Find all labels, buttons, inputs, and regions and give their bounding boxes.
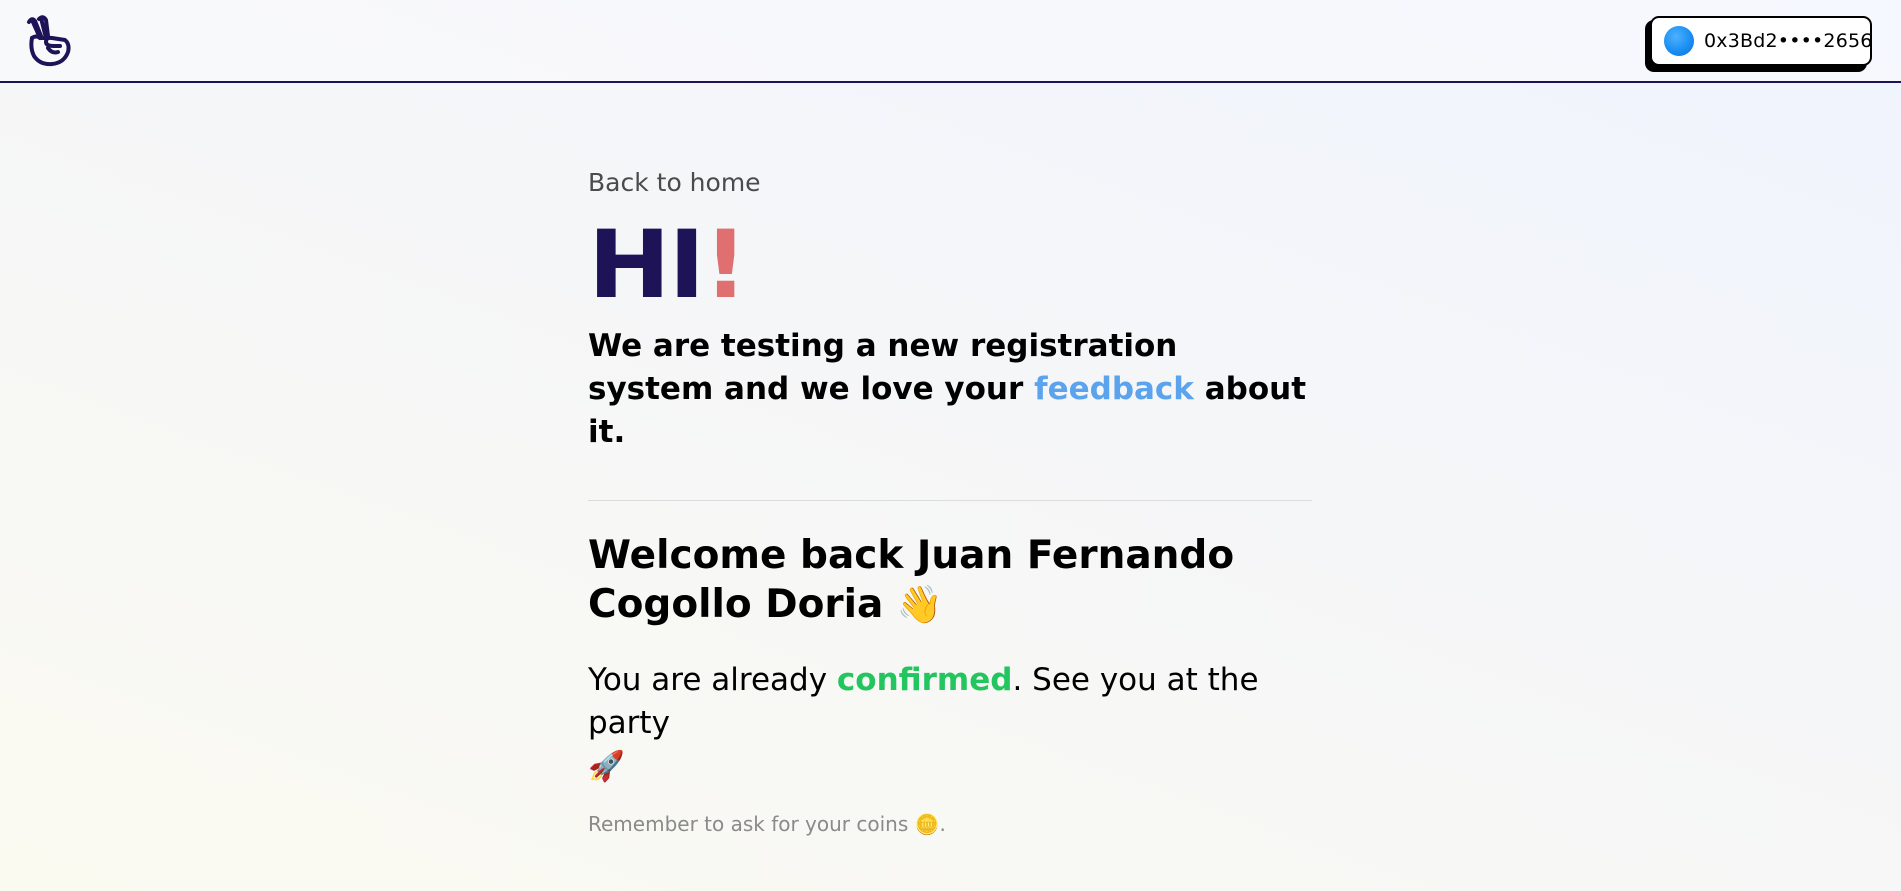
main-content: Back to home HI! We are testing a new re… <box>588 165 1312 838</box>
top-navbar: 0x3Bd2••••2656 <box>0 0 1901 83</box>
peace-hand-icon[interactable] <box>24 14 72 68</box>
hi-heading: HI! <box>588 219 1348 313</box>
section-divider <box>588 500 1312 501</box>
wallet-account-button[interactable]: 0x3Bd2••••2656 <box>1650 16 1872 66</box>
status-before: You are already <box>588 662 837 698</box>
welcome-heading: Welcome back Juan Fernando Cogollo Doria… <box>588 531 1312 629</box>
wallet-address: 0x3Bd2••••2656 <box>1704 30 1873 52</box>
intro-text: We are testing a new registration system… <box>588 325 1312 454</box>
reminder-end: . <box>939 812 946 836</box>
confirmed-badge: confirmed <box>836 662 1013 698</box>
rocket-icon: 🚀 <box>588 749 625 783</box>
confirmation-status: You are already confirmed. See you at th… <box>588 659 1312 788</box>
feedback-link[interactable]: feedback <box>1034 371 1194 407</box>
waving-hand-icon: 👋 <box>896 583 944 626</box>
hi-exclamation: ! <box>703 211 748 320</box>
coins-reminder: Remember to ask for your coins 🪙. <box>588 810 1312 838</box>
wallet-connect-widget: 0x3Bd2••••2656 <box>1645 16 1873 72</box>
coin-icon: 🪙 <box>914 812 940 836</box>
back-to-home-link[interactable]: Back to home <box>588 165 761 201</box>
hi-text: HI <box>588 211 705 320</box>
wallet-avatar-icon <box>1664 26 1694 56</box>
reminder-text: Remember to ask for your coins <box>588 812 909 836</box>
